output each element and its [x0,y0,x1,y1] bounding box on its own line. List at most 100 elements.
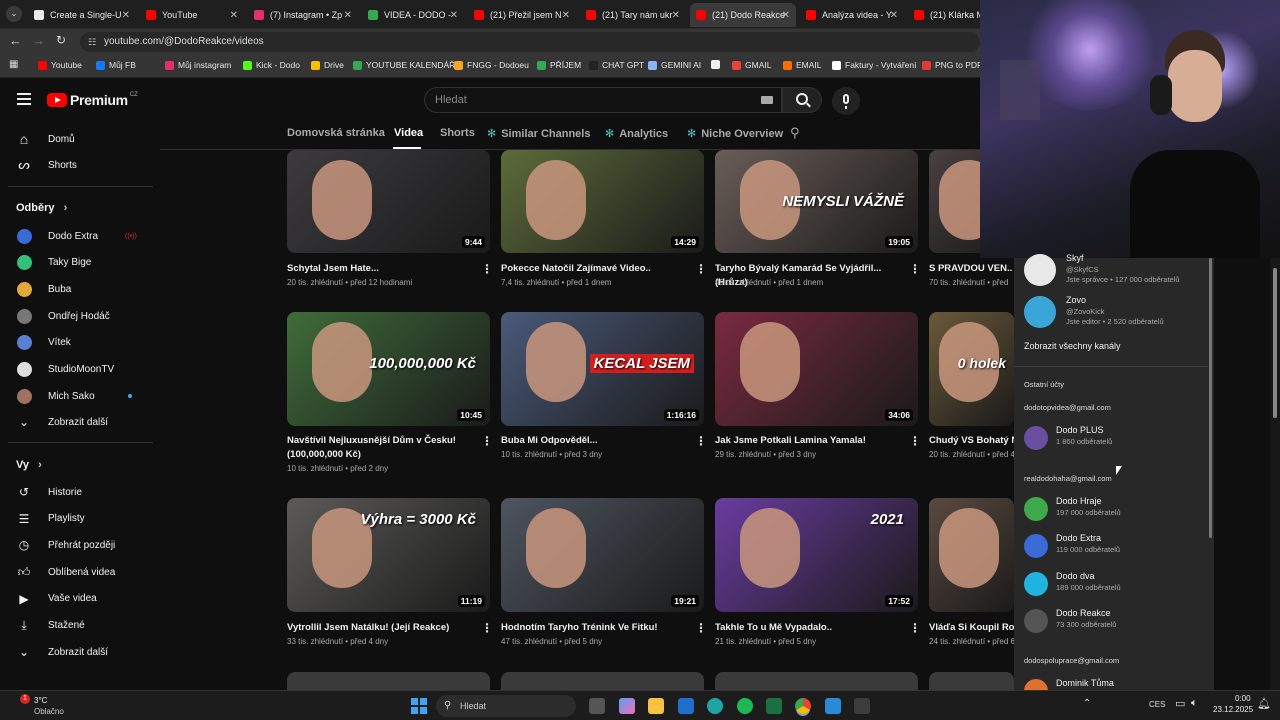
video-title[interactable]: Chudý VS Bohatý Na [929,434,1014,448]
copilot-icon[interactable] [619,698,635,714]
you-item[interactable]: ◷ Přehrát později [0,532,154,558]
video-thumbnail-partial[interactable] [287,672,490,690]
channel-tab[interactable]: Videa [394,127,423,139]
subscription-item[interactable]: StudioMoonTV [0,357,154,383]
channel-tab[interactable]: ✻ Analytics [605,127,668,141]
bookmark-item[interactable]: FNGG - Dodoeu [454,60,529,70]
keyboard-icon[interactable] [761,96,773,104]
subscription-item[interactable]: Vítek [0,330,154,356]
voice-search-button[interactable] [832,87,860,115]
taskbar-search[interactable]: ⚲ Hledat [436,695,576,717]
browser-tab[interactable]: (21) Přežil jsem N ✕ [468,3,576,27]
account-row[interactable]: Skyf @SkyfCS Jste správce • 127 000 odběra… [1024,253,1209,287]
video-thumbnail[interactable]: 9:44 [287,150,490,253]
calculator-icon[interactable] [854,698,870,714]
more-actions-icon[interactable]: ⋮ [481,262,493,276]
chrome-icon[interactable] [795,698,811,714]
close-tab-icon[interactable]: ✕ [890,10,898,21]
sidebar-item-shorts[interactable]: ᔕ Shorts [0,152,154,178]
video-thumbnail[interactable]: Výhra = 3000 Kč 11:19 [287,498,490,612]
video-thumbnail[interactable]: 2021 17:52 [715,498,918,612]
subscription-item[interactable]: Dodo Extra ((•)) [0,223,154,249]
account-row[interactable]: Dodo Extra 119 000 odběratelů [1024,533,1209,567]
more-actions-icon[interactable]: ⋮ [695,262,707,276]
browser-tab[interactable]: (21) Klárka M [908,3,980,27]
notifications-icon[interactable]: 🔔︎ [1257,697,1271,710]
menu-scrollbar[interactable] [1209,258,1212,538]
close-tab-icon[interactable]: ✕ [450,10,458,21]
video-thumbnail[interactable]: 100,000,000 Kč 10:45 [287,312,490,426]
photos-icon[interactable] [825,698,841,714]
bookmark-item[interactable]: CHAT GPT [589,60,644,70]
close-tab-icon[interactable]: ✕ [782,10,790,21]
browser-tab[interactable]: Analýza videa - Y ✕ [800,3,904,27]
bookmark-item[interactable]: GEMINI AI [648,60,701,70]
bookmark-item[interactable]: Kick - Dodo [243,60,300,70]
more-actions-icon[interactable]: ⋮ [909,262,921,276]
video-thumbnail[interactable]: 14:29 [501,150,704,253]
apps-grid-icon[interactable]: ▦ [9,59,18,70]
excel-icon[interactable] [766,698,782,714]
bookmark-item[interactable]: GMAIL [732,60,771,70]
reload-icon[interactable]: ↻ [56,33,66,47]
edge-icon[interactable] [707,698,723,714]
you-show-more[interactable]: ⌄ Zobrazit další [0,639,154,665]
video-title[interactable]: Pokecce Natočil Zajímavé Video.. [501,262,686,276]
bookmark-item[interactable]: YOUTUBE KALENDÁŘ [353,60,455,70]
more-actions-icon[interactable]: ⋮ [481,434,493,448]
browser-tab[interactable]: (7) Instagram • Zp ✕ [248,3,358,27]
video-thumbnail[interactable]: NEMYSLI VÁŽNĚ 19:05 [715,150,918,253]
search-button[interactable] [782,87,822,113]
bookmark-item[interactable]: Youtube [38,60,82,70]
back-icon[interactable]: ← [9,33,22,48]
video-thumbnail-partial[interactable] [929,672,1014,690]
bookmark-item[interactable]: Drive [311,60,344,70]
browser-tab[interactable]: Create a Single-U ✕ [28,3,136,27]
task-view-icon[interactable] [589,698,605,714]
more-actions-icon[interactable]: ⋮ [695,621,707,635]
subscription-item[interactable]: Mich Sako [0,383,154,409]
account-row[interactable]: Dodo PLUS 1 860 odběratelů [1024,425,1209,459]
subscription-item[interactable]: Ondřej Hodáč [0,303,154,329]
close-tab-icon[interactable]: ✕ [562,10,570,21]
channel-tab[interactable]: ✻ Similar Channels [487,127,590,141]
sidebar-item-home[interactable]: ⌂ Domů [0,126,154,152]
hamburger-menu-icon[interactable] [17,93,31,105]
you-item[interactable]: ☰ Playlisty [0,506,154,532]
video-thumbnail-partial[interactable] [501,672,704,690]
video-thumbnail[interactable] [929,498,1014,612]
more-actions-icon[interactable]: ⋮ [909,434,921,448]
clock-time[interactable]: 0:00 [1235,694,1251,703]
browser-tab[interactable]: (21) Tary nám ukr ✕ [580,3,686,27]
close-tab-icon[interactable]: ✕ [122,10,130,21]
file-explorer-icon[interactable] [648,698,664,714]
bookmark-item[interactable]: PNG to PDF [922,60,982,70]
channel-search-icon[interactable]: ⚲ [790,125,800,141]
forward-icon[interactable]: → [32,33,45,48]
network-icon[interactable]: ▭ [1175,697,1185,710]
bookmark-item[interactable] [711,60,724,69]
video-thumbnail[interactable]: 34:06 [715,312,918,426]
video-title[interactable]: Takhle To u Mě Vypadalo.. [715,621,900,635]
account-row[interactable]: Dodo dva 189 000 odběratelů [1024,571,1209,605]
video-thumbnail[interactable]: 0 holek [929,312,1014,426]
subscription-item[interactable]: Buba [0,276,154,302]
start-button[interactable] [411,698,427,714]
account-row[interactable]: Dodo Hraje 197 000 odběratelů [1024,496,1209,530]
browser-tab[interactable]: YouTube ✕ [140,3,244,27]
video-title[interactable]: Vláďa Si Koupil Role [929,621,1014,635]
subscriptions-show-more[interactable]: ⌄ Zobrazit další [0,409,154,435]
video-thumbnail[interactable]: 19:21 [501,498,704,612]
close-tab-icon[interactable]: ✕ [230,10,238,21]
video-title[interactable]: S PRAVDOU VEN.. [929,262,1014,276]
you-item[interactable]: ▶ Vaše videa [0,586,154,612]
video-title[interactable]: Buba Mi Odpověděl... [501,434,686,448]
show-hidden-icons[interactable]: ⌃ [1083,698,1091,709]
video-thumbnail-partial[interactable] [715,672,918,690]
more-actions-icon[interactable]: ⋮ [481,621,493,635]
close-tab-icon[interactable]: ✕ [672,10,680,21]
video-thumbnail[interactable]: KECAL JSEM 1:16:16 [501,312,704,426]
close-tab-icon[interactable]: ✕ [344,10,352,21]
show-all-channels-link[interactable]: Zobrazit všechny kanály [1024,341,1121,351]
bookmark-item[interactable]: Můj FB [96,60,136,70]
